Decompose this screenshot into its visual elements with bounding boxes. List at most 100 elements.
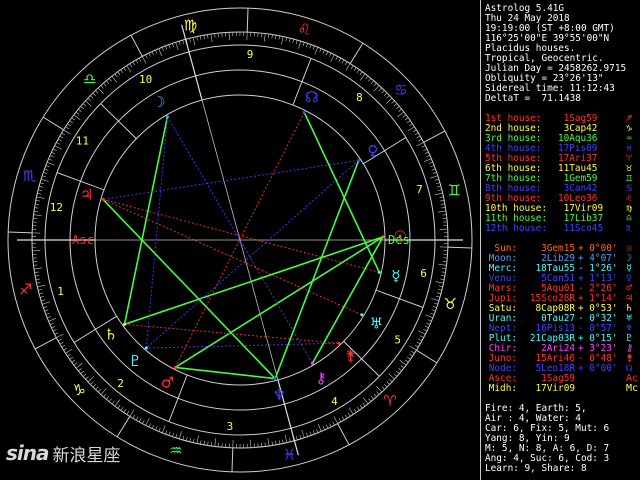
- degree-tick: [117, 404, 121, 409]
- aspect-line: [175, 366, 276, 380]
- degree-tick: [82, 373, 87, 377]
- house-number: 6: [420, 267, 427, 280]
- degree-tick: [376, 385, 383, 393]
- degree-tick: [65, 126, 70, 130]
- degree-tick: [333, 416, 339, 424]
- degree-tick: [90, 381, 94, 385]
- degree-tick: [40, 178, 49, 182]
- degree-tick: [400, 365, 405, 369]
- degree-tick: [41, 299, 46, 302]
- sign-divider: [231, 447, 234, 472]
- element-summary-line: Learn: 9, Share: 8: [485, 463, 587, 474]
- degree-tick: [97, 87, 104, 95]
- degree-tick: [393, 373, 398, 377]
- degree-tick: [312, 430, 315, 435]
- degree-tick: [155, 426, 158, 431]
- degree-tick: [435, 281, 444, 284]
- degree-tick: [80, 370, 84, 375]
- degree-tick: [360, 73, 366, 81]
- degree-tick: [69, 356, 74, 360]
- degree-tick: [432, 171, 437, 174]
- house-number: 8: [356, 91, 363, 104]
- degree-tick: [85, 376, 89, 380]
- degree-tick: [412, 129, 417, 133]
- planet-speed: + 0°00': [578, 363, 618, 374]
- degree-tick: [353, 408, 357, 413]
- degree-tick: [418, 338, 423, 342]
- degree-tick: [356, 406, 360, 411]
- degree-tick: [192, 438, 195, 443]
- degree-tick: [373, 85, 380, 92]
- degree-tick: [56, 142, 61, 145]
- sign-divider: [116, 416, 131, 438]
- chart-wheel: ♈ ♉ ♊ ♋ ♌ ♍ ♎ ♏ ♐ ♑ ♒ ♓ 1 2 3 4 5 6 7 8 9 10 11 12 ☉ ☽ ☿ ♀ ♂ ♃ ♄ ♅ ♆ ♇ ⚷ ⚵ ☊…: [0, 0, 480, 480]
- degree-tick: [51, 325, 56, 329]
- degree-tick: [292, 38, 295, 44]
- degree-tick: [57, 338, 62, 342]
- degree-tick: [73, 362, 78, 366]
- house-number: 10: [139, 73, 152, 86]
- degree-tick: [386, 95, 390, 99]
- planet-glyph-icon: ♃: [80, 186, 93, 204]
- sign-divider: [337, 423, 350, 446]
- degree-tick: [314, 46, 319, 55]
- degree-tick: [322, 49, 325, 54]
- degree-tick: [158, 48, 163, 57]
- zodiac-sign-icon: ♑: [72, 381, 85, 399]
- degree-tick: [398, 368, 402, 372]
- house-number: 4: [331, 395, 338, 408]
- degree-tick: [319, 48, 322, 53]
- planet-glyph-icon: Mc: [626, 383, 639, 394]
- degree-tick: [90, 95, 94, 99]
- sina-watermark-text: 新浪星座: [52, 445, 121, 466]
- degree-tick: [433, 302, 438, 305]
- degree-tick: [145, 54, 148, 59]
- degree-tick: [47, 316, 52, 319]
- degree-tick: [404, 117, 409, 121]
- degree-tick: [295, 39, 298, 44]
- degree-tick: [441, 207, 446, 209]
- degree-tick: [365, 75, 369, 80]
- degree-tick: [82, 103, 87, 107]
- degree-tick: [332, 421, 335, 426]
- degree-tick: [370, 396, 375, 400]
- degree-tick: [423, 329, 428, 332]
- sign-divider: [130, 34, 143, 57]
- degree-tick: [428, 161, 433, 164]
- degree-tick: [203, 35, 205, 40]
- degree-tick: [42, 301, 50, 305]
- degree-tick: [362, 402, 366, 407]
- degree-tick: [384, 383, 388, 388]
- degree-tick: [75, 362, 83, 369]
- degree-tick: [267, 33, 270, 39]
- degree-tick: [430, 175, 438, 179]
- degree-tick: [402, 114, 407, 118]
- degree-tick: [282, 439, 284, 444]
- degree-tick: [302, 42, 305, 47]
- degree-tick: [161, 425, 166, 434]
- degree-tick: [396, 105, 400, 110]
- degree-tick: [368, 398, 372, 402]
- degree-tick: [108, 78, 112, 82]
- degree-tick: [141, 56, 147, 64]
- degree-tick: [35, 275, 40, 277]
- degree-tick: [148, 423, 151, 428]
- planet-marker: [357, 158, 361, 162]
- planet-glyph-icon: ♀: [367, 142, 378, 160]
- degree-tick: [182, 39, 185, 45]
- descendant-label: Des: [388, 233, 410, 247]
- planet-row: Midh: 17Vir09: [485, 384, 578, 394]
- house-number: 2: [117, 377, 124, 390]
- degree-tick: [63, 347, 68, 351]
- degree-tick: [78, 368, 82, 372]
- degree-tick: [151, 51, 155, 56]
- degree-tick: [80, 106, 84, 110]
- degree-tick: [388, 373, 395, 380]
- degree-tick: [37, 284, 46, 288]
- degree-tick: [438, 285, 443, 288]
- planet-marker: [101, 197, 105, 201]
- degree-tick: [161, 47, 164, 52]
- degree-tick: [271, 441, 273, 446]
- degree-tick: [285, 37, 288, 42]
- degree-tick: [344, 414, 348, 419]
